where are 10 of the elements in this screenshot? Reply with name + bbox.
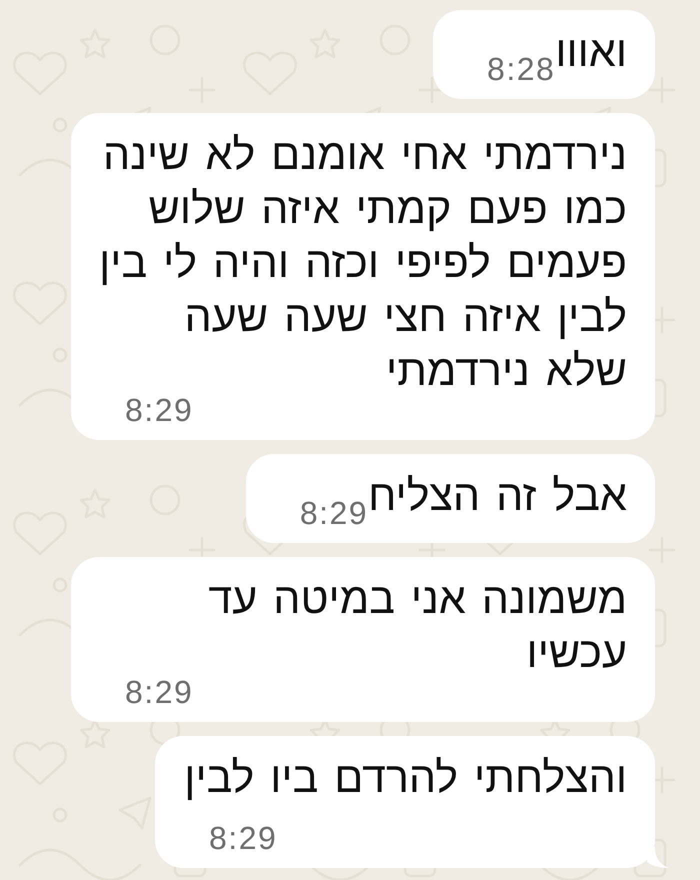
message-text: נירדמתי אחי אומנם לא שינה כמו פעם קמתי איזה שלוש פעמים לפיפי וכזה והיה לי בין לבין איזה חצי שעה שעה שלא נירדמתי [99,131,627,395]
message-time: 8:29 [125,677,194,707]
message-text: אבל זה הצליח [368,472,627,520]
message-time: 8:29 [125,395,194,425]
message-text: ואווו [555,28,627,76]
message-time: 8:29 [300,498,368,528]
message-time: 8:28 [487,54,556,84]
message-time: 8:29 [209,823,278,853]
message-text: משמונה אני במיטה עד עכשיו [208,575,627,677]
message-text: והצלחתי להרדם ביו לבין [184,754,627,802]
